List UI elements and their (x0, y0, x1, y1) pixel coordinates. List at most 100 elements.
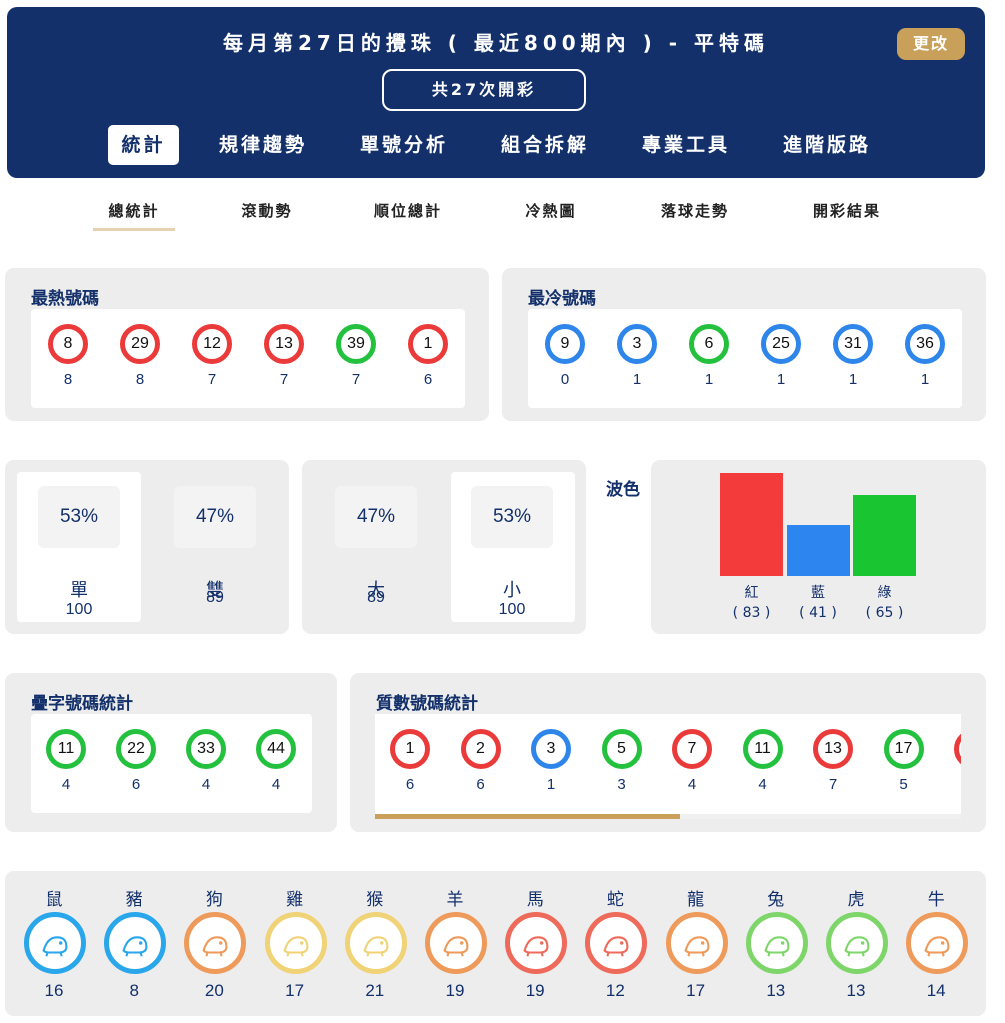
big-count: 89 (367, 589, 385, 606)
tiger-icon (826, 912, 888, 974)
cold-number-count: 0 (560, 371, 570, 388)
hot-numbers-card: 最熱號碼 8 8 29 8 12 7 13 7 39 7 1 6 (5, 268, 489, 421)
subtab-rolling[interactable]: 滾動勢 (226, 200, 308, 221)
double-digit-ball: 33 (186, 729, 226, 769)
double-digit-title: 疊字號碼統計 (31, 694, 133, 714)
prime-list[interactable]: 1 6 2 6 3 1 5 3 7 4 11 4 13 7 17 5 (375, 714, 961, 819)
hot-number-count: 6 (423, 371, 433, 388)
page-title: 每月第27日的攪珠 ( 最近800期內 ) - 平特碼 (223, 31, 769, 55)
zodiac-count: 19 (525, 981, 545, 1000)
cold-numbers-card: 最冷號碼 9 0 3 1 6 1 25 1 31 1 36 1 (502, 268, 986, 421)
cold-numbers-list: 9 0 3 1 6 1 25 1 31 1 36 1 (528, 309, 962, 408)
zodiac-name: 雞 (286, 890, 304, 910)
hot-numbers-list: 8 8 29 8 12 7 13 7 39 7 1 6 (31, 309, 465, 408)
small-percent: 53% (471, 486, 553, 548)
ox-icon (906, 912, 969, 974)
zodiac-name: 狗 (205, 890, 223, 910)
wave-bar-1 (786, 525, 850, 576)
prime-number-count: 6 (476, 776, 485, 793)
small-label: 小 (503, 580, 521, 601)
hot-number-count: 7 (279, 371, 289, 388)
small-count: 100 (498, 601, 526, 618)
subtab-draw-results[interactable]: 開彩結果 (797, 200, 897, 221)
zodiac-card: 鼠 16 豬 8 狗 20 雞 17 猴 21 羊 19 馬 19 蛇 12 龍 17 兔 13 虎 13 牛 14 (5, 871, 986, 1016)
hot-number-count: 8 (135, 371, 145, 388)
zodiac-count: 19 (445, 981, 465, 1000)
odd-box: 53% 單 100 (17, 472, 141, 622)
zodiac-count: 13 (846, 981, 866, 1000)
prime-number-count: 7 (828, 776, 838, 793)
tab-advanced-route[interactable]: 進階版路 (767, 125, 887, 165)
double-digit-ball: 44 (256, 729, 296, 769)
even-count: 89 (206, 589, 224, 606)
draw-count-button[interactable]: 共27次開彩 (382, 69, 586, 111)
cold-number-ball: 25 (761, 324, 801, 364)
zodiac-name: 猴 (366, 890, 384, 910)
subtab-position-total[interactable]: 順位總計 (358, 200, 458, 221)
prime-number-ball (954, 729, 961, 769)
prime-number-ball: 11 (742, 729, 783, 769)
hot-number-count: 7 (351, 371, 361, 388)
tab-pattern-trend[interactable]: 規律趨勢 (203, 125, 323, 165)
zodiac-name: 蛇 (606, 890, 624, 910)
wave-bar-count: ( 83 ) (732, 605, 771, 621)
zodiac-name: 鼠 (45, 890, 63, 910)
double-digit-ball: 11 (46, 729, 86, 769)
double-digit-list: 11 4 22 6 33 4 44 4 (31, 714, 312, 813)
subtab-active-indicator (93, 228, 175, 231)
subtab-heatmap[interactable]: 冷熱圖 (510, 200, 592, 221)
tab-single-analysis[interactable]: 單號分析 (344, 125, 464, 165)
hot-number-ball: 39 (336, 324, 376, 364)
prime-title: 質數號碼統計 (376, 694, 478, 714)
tab-stats[interactable]: 統計 (108, 125, 179, 165)
wave-bar-label: 紅 (744, 585, 759, 601)
prime-number-ball: 1 (390, 729, 430, 769)
zodiac-count: 8 (129, 981, 139, 1000)
subtab-ball-trend[interactable]: 落球走勢 (645, 200, 745, 221)
change-button[interactable]: 更改 (897, 28, 965, 60)
prime-scrollbar-thumb[interactable] (375, 814, 680, 819)
prime-number-ball: 5 (601, 729, 642, 769)
monkey-icon (344, 912, 407, 974)
main-tabs: 統計 規律趨勢 單號分析 組合拆解 專業工具 進階版路 (7, 125, 985, 165)
cold-number-count: 1 (776, 371, 786, 388)
tab-pro-tools[interactable]: 專業工具 (626, 125, 746, 165)
prime-number-count: 4 (758, 776, 767, 793)
prime-number-ball: 3 (531, 729, 571, 769)
cold-number-count: 1 (848, 371, 858, 388)
wave-bar-count: ( 41 ) (799, 605, 837, 621)
big-small-card: 47% 大 89 53% 小 100 (302, 460, 586, 634)
dog-icon (184, 912, 247, 974)
odd-even-card: 53% 單 100 47% 雙 89 (5, 460, 289, 634)
double-digit-count: 4 (201, 776, 211, 793)
zodiac-name: 虎 (847, 890, 865, 910)
wave-color-title: 波色 (606, 480, 640, 500)
header-panel: 每月第27日的攪珠 ( 最近800期內 ) - 平特碼 更改 共27次開彩 統計… (7, 7, 985, 178)
tab-combination[interactable]: 組合拆解 (485, 125, 605, 165)
wave-bar-label: 藍 (811, 585, 825, 601)
wave-bar-0 (720, 473, 783, 576)
cold-number-count: 1 (920, 371, 930, 388)
zodiac-count: 21 (365, 981, 385, 1000)
double-digit-count: 4 (271, 776, 281, 793)
zodiac-name: 豬 (125, 890, 143, 910)
cold-number-ball: 6 (689, 324, 729, 364)
small-box: 53% 小 100 (451, 472, 575, 622)
double-digit-ball: 22 (116, 729, 156, 769)
double-digit-count: 4 (61, 776, 71, 793)
snake-icon (585, 912, 648, 974)
wave-color-chart: 紅 ( 83 ) 藍 ( 41 ) 綠 ( 65 ) (651, 460, 986, 634)
rooster-icon (264, 912, 327, 974)
odd-label: 單 (70, 580, 88, 601)
double-digit-card: 疊字號碼統計 11 4 22 6 33 4 44 4 (5, 673, 337, 832)
subtab-total-stats[interactable]: 總統計 (93, 200, 175, 221)
prime-number-count: 1 (546, 776, 556, 793)
wave-bar-label: 綠 (877, 585, 892, 601)
prime-number-ball: 17 (883, 729, 924, 769)
big-percent: 47% (335, 486, 417, 548)
zodiac-name: 兔 (767, 890, 785, 910)
zodiac-name: 龍 (687, 890, 705, 910)
zodiac-count: 17 (686, 981, 706, 1000)
hot-number-count: 7 (207, 371, 217, 388)
hot-numbers-title: 最熱號碼 (31, 289, 99, 309)
